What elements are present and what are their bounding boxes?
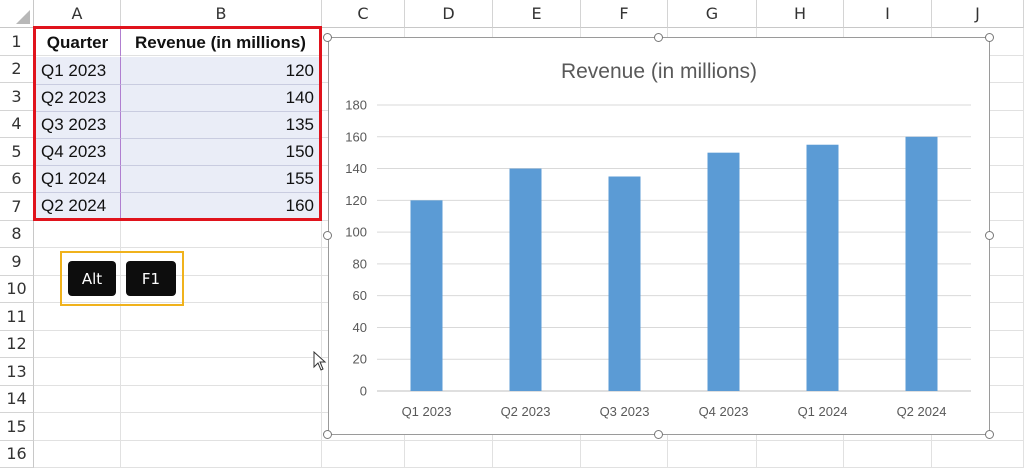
column-header-i[interactable]: I (844, 0, 932, 28)
select-all-corner[interactable] (0, 0, 34, 28)
chart-canvas: Revenue (in millions) 0 20 40 60 80 100 120 140 1… (345, 60, 971, 419)
mouse-pointer-icon (313, 351, 327, 371)
y-tick-label: 0 (360, 384, 367, 399)
row-header-6[interactable]: 6 (0, 165, 34, 193)
chart-resize-handle-br[interactable] (985, 430, 994, 439)
cell-b3[interactable]: 140 (121, 85, 320, 112)
column-gridline (321, 28, 322, 468)
y-tick-label: 140 (345, 161, 367, 176)
row-header-9[interactable]: 9 (0, 248, 34, 276)
row-gridline (34, 439, 1024, 441)
cell-a1[interactable]: Quarter (35, 29, 121, 56)
bar-q2-2024 (905, 136, 938, 391)
x-tick-label: Q1 2023 (402, 404, 452, 419)
x-tick-label: Q3 2023 (600, 404, 650, 419)
keyboard-shortcut-callout: Alt F1 (60, 251, 184, 306)
column-header-c[interactable]: C (322, 0, 405, 28)
chart-resize-handle-top[interactable] (654, 33, 663, 42)
row-header-7[interactable]: 7 (0, 193, 34, 221)
row-header-15[interactable]: 15 (0, 413, 34, 441)
row-header-10[interactable]: 10 (0, 275, 34, 303)
cell-a5[interactable]: Q4 2023 (35, 139, 121, 166)
chart-resize-handle-bl[interactable] (323, 430, 332, 439)
bar-q4-2023 (707, 152, 740, 391)
row-header-11[interactable]: 11 (0, 303, 34, 331)
alt-key: Alt (68, 261, 116, 296)
column-header-j[interactable]: J (932, 0, 1024, 28)
chart-title: Revenue (in millions) (561, 60, 757, 83)
y-tick-label: 180 (345, 98, 367, 113)
chart-resize-handle-right[interactable] (985, 231, 994, 240)
cell-b7[interactable]: 160 (121, 193, 320, 219)
column-header-d[interactable]: D (405, 0, 493, 28)
column-header-f[interactable]: F (581, 0, 668, 28)
column-header-b[interactable]: B (121, 0, 322, 28)
bar-q2-2023 (509, 168, 542, 391)
x-tick-label: Q2 2024 (897, 404, 947, 419)
bar-q3-2023 (608, 176, 641, 391)
row-header-1[interactable]: 1 (0, 28, 34, 56)
cell-a3[interactable]: Q2 2023 (35, 85, 121, 112)
row-header-3[interactable]: 3 (0, 83, 34, 111)
cell-b6[interactable]: 155 (121, 166, 320, 193)
column-header-g[interactable]: G (668, 0, 757, 28)
row-header-8[interactable]: 8 (0, 220, 34, 248)
row-header-16[interactable]: 16 (0, 440, 34, 468)
chart-resize-handle-bottom[interactable] (654, 430, 663, 439)
y-tick-label: 20 (353, 352, 367, 367)
f1-key: F1 (126, 261, 176, 296)
cell-b4[interactable]: 135 (121, 112, 320, 139)
cell-a7[interactable]: Q2 2024 (35, 193, 121, 219)
cell-a2[interactable]: Q1 2023 (35, 57, 121, 85)
bar-q1-2024 (806, 144, 839, 391)
cell-a4[interactable]: Q3 2023 (35, 112, 121, 139)
x-tick-label: Q1 2024 (798, 404, 848, 419)
y-tick-label: 120 (345, 193, 367, 208)
bar-q1-2023 (410, 200, 443, 391)
x-tick-label: Q2 2023 (501, 404, 551, 419)
cell-b1[interactable]: Revenue (in millions) (121, 29, 320, 56)
x-tick-label: Q4 2023 (699, 404, 749, 419)
row-header-4[interactable]: 4 (0, 110, 34, 138)
row-header-14[interactable]: 14 (0, 385, 34, 413)
row-header-2[interactable]: 2 (0, 55, 34, 83)
column-header-h[interactable]: H (757, 0, 844, 28)
cell-b2[interactable]: 120 (121, 57, 320, 85)
spreadsheet-grid: ABCDEFGHIJ 1 2 3 4 5 6 7 8 9 10 11 12 13 14 15 16 Quart… (0, 0, 1024, 468)
y-tick-label: 40 (353, 320, 367, 335)
column-header-e[interactable]: E (493, 0, 581, 28)
cell-b5[interactable]: 150 (121, 139, 320, 166)
chart-resize-handle-left[interactable] (323, 231, 332, 240)
revenue-chart[interactable]: Revenue (in millions) 0 20 40 60 80 100 120 140 1… (328, 37, 990, 435)
column-header-a[interactable]: A (34, 0, 121, 28)
y-tick-label: 80 (353, 256, 367, 271)
y-tick-label: 100 (345, 225, 367, 240)
chart-resize-handle-tl[interactable] (323, 33, 332, 42)
y-tick-label: 60 (353, 288, 367, 303)
row-header-12[interactable]: 12 (0, 330, 34, 358)
cell-a6[interactable]: Q1 2024 (35, 166, 121, 193)
chart-resize-handle-tr[interactable] (985, 33, 994, 42)
y-tick-label: 160 (345, 129, 367, 144)
row-header-5[interactable]: 5 (0, 138, 34, 166)
row-header-13[interactable]: 13 (0, 358, 34, 386)
